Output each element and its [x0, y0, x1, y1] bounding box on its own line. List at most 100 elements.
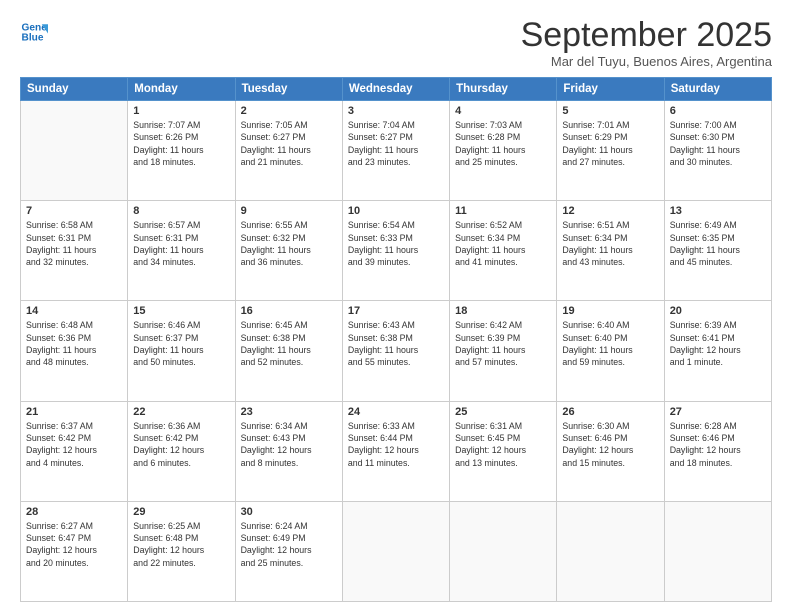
day-number: 27 [670, 406, 766, 418]
day-info: Sunrise: 6:57 AMSunset: 6:31 PMDaylight:… [133, 219, 229, 268]
day-info: Sunrise: 7:01 AMSunset: 6:29 PMDaylight:… [562, 119, 658, 168]
day-number: 4 [455, 105, 551, 117]
day-info: Sunrise: 6:48 AMSunset: 6:36 PMDaylight:… [26, 319, 122, 368]
header-tuesday: Tuesday [235, 78, 342, 101]
day-info: Sunrise: 6:34 AMSunset: 6:43 PMDaylight:… [241, 420, 337, 469]
day-number: 17 [348, 305, 444, 317]
location: Mar del Tuyu, Buenos Aires, Argentina [521, 54, 772, 69]
header-monday: Monday [128, 78, 235, 101]
day-number: 28 [26, 506, 122, 518]
table-row: 12 Sunrise: 6:51 AMSunset: 6:34 PMDayligh… [557, 201, 664, 301]
day-number: 13 [670, 205, 766, 217]
table-row [21, 101, 128, 201]
svg-text:Blue: Blue [22, 33, 44, 44]
table-row: 1 Sunrise: 7:07 AMSunset: 6:26 PMDaylight… [128, 101, 235, 201]
day-info: Sunrise: 6:37 AMSunset: 6:42 PMDaylight:… [26, 420, 122, 469]
logo-icon: General Blue [20, 18, 48, 46]
day-info: Sunrise: 6:40 AMSunset: 6:40 PMDaylight:… [562, 319, 658, 368]
day-info: Sunrise: 7:05 AMSunset: 6:27 PMDaylight:… [241, 119, 337, 168]
table-row: 19 Sunrise: 6:40 AMSunset: 6:40 PMDayligh… [557, 301, 664, 401]
day-number: 30 [241, 506, 337, 518]
day-info: Sunrise: 6:54 AMSunset: 6:33 PMDaylight:… [348, 219, 444, 268]
header-sunday: Sunday [21, 78, 128, 101]
table-row: 11Sunrise: 6:52 AMSunset: 6:34 PMDayligh… [450, 201, 557, 301]
day-number: 8 [133, 205, 229, 217]
header-thursday: Thursday [450, 78, 557, 101]
day-info: Sunrise: 6:52 AMSunset: 6:34 PMDaylight:… [455, 219, 551, 268]
day-info: Sunrise: 7:07 AMSunset: 6:26 PMDaylight:… [133, 119, 229, 168]
calendar-week-row: 1 Sunrise: 7:07 AMSunset: 6:26 PMDaylight… [21, 101, 772, 201]
table-row: 17 Sunrise: 6:43 AMSunset: 6:38 PMDayligh… [342, 301, 449, 401]
day-number: 10 [348, 205, 444, 217]
day-number: 14 [26, 305, 122, 317]
table-row [450, 501, 557, 601]
table-row: 28Sunrise: 6:27 AMSunset: 6:47 PMDayligh… [21, 501, 128, 601]
table-row: 27 Sunrise: 6:28 AMSunset: 6:46 PMDayligh… [664, 401, 771, 501]
table-row: 20 Sunrise: 6:39 AMSunset: 6:41 PMDayligh… [664, 301, 771, 401]
table-row: 14 Sunrise: 6:48 AMSunset: 6:36 PMDayligh… [21, 301, 128, 401]
month-title: September 2025 [521, 18, 772, 52]
table-row [557, 501, 664, 601]
day-number: 16 [241, 305, 337, 317]
table-row: 21 Sunrise: 6:37 AMSunset: 6:42 PMDayligh… [21, 401, 128, 501]
table-row: 7 Sunrise: 6:58 AMSunset: 6:31 PMDaylight… [21, 201, 128, 301]
table-row: 10 Sunrise: 6:54 AMSunset: 6:33 PMDayligh… [342, 201, 449, 301]
day-number: 19 [562, 305, 658, 317]
day-number: 5 [562, 105, 658, 117]
day-number: 12 [562, 205, 658, 217]
table-row: 6 Sunrise: 7:00 AMSunset: 6:30 PMDaylight… [664, 101, 771, 201]
day-number: 23 [241, 406, 337, 418]
header-wednesday: Wednesday [342, 78, 449, 101]
table-row: 5 Sunrise: 7:01 AMSunset: 6:29 PMDaylight… [557, 101, 664, 201]
day-number: 3 [348, 105, 444, 117]
table-row: 8 Sunrise: 6:57 AMSunset: 6:31 PMDaylight… [128, 201, 235, 301]
day-number: 18 [455, 305, 551, 317]
day-info: Sunrise: 6:39 AMSunset: 6:41 PMDaylight:… [670, 319, 766, 368]
table-row [664, 501, 771, 601]
day-info: Sunrise: 6:36 AMSunset: 6:42 PMDaylight:… [133, 420, 229, 469]
header-friday: Friday [557, 78, 664, 101]
day-number: 26 [562, 406, 658, 418]
table-row: 9 Sunrise: 6:55 AMSunset: 6:32 PMDaylight… [235, 201, 342, 301]
day-number: 21 [26, 406, 122, 418]
table-row: 29Sunrise: 6:25 AMSunset: 6:48 PMDayligh… [128, 501, 235, 601]
day-number: 2 [241, 105, 337, 117]
day-number: 22 [133, 406, 229, 418]
day-info: Sunrise: 6:28 AMSunset: 6:46 PMDaylight:… [670, 420, 766, 469]
day-info: Sunrise: 6:46 AMSunset: 6:37 PMDaylight:… [133, 319, 229, 368]
day-info: Sunrise: 7:04 AMSunset: 6:27 PMDaylight:… [348, 119, 444, 168]
table-row: 25Sunrise: 6:31 AMSunset: 6:45 PMDayligh… [450, 401, 557, 501]
day-number: 6 [670, 105, 766, 117]
table-row: 24 Sunrise: 6:33 AMSunset: 6:44 PMDayligh… [342, 401, 449, 501]
day-info: Sunrise: 6:25 AMSunset: 6:48 PMDaylight:… [133, 520, 229, 569]
day-number: 24 [348, 406, 444, 418]
calendar-week-row: 7 Sunrise: 6:58 AMSunset: 6:31 PMDaylight… [21, 201, 772, 301]
day-info: Sunrise: 6:43 AMSunset: 6:38 PMDaylight:… [348, 319, 444, 368]
day-number: 7 [26, 205, 122, 217]
day-info: Sunrise: 6:33 AMSunset: 6:44 PMDaylight:… [348, 420, 444, 469]
calendar-week-row: 21 Sunrise: 6:37 AMSunset: 6:42 PMDayligh… [21, 401, 772, 501]
table-row: 22 Sunrise: 6:36 AMSunset: 6:42 PMDayligh… [128, 401, 235, 501]
day-number: 15 [133, 305, 229, 317]
table-row: 2 Sunrise: 7:05 AMSunset: 6:27 PMDaylight… [235, 101, 342, 201]
table-row: 15 Sunrise: 6:46 AMSunset: 6:37 PMDayligh… [128, 301, 235, 401]
calendar-week-row: 14 Sunrise: 6:48 AMSunset: 6:36 PMDayligh… [21, 301, 772, 401]
day-info: Sunrise: 6:55 AMSunset: 6:32 PMDaylight:… [241, 219, 337, 268]
day-number: 1 [133, 105, 229, 117]
table-row [342, 501, 449, 601]
top-section: General Blue September 2025 Mar del Tuyu… [20, 18, 772, 69]
day-info: Sunrise: 7:00 AMSunset: 6:30 PMDaylight:… [670, 119, 766, 168]
day-info: Sunrise: 6:51 AMSunset: 6:34 PMDaylight:… [562, 219, 658, 268]
day-number: 9 [241, 205, 337, 217]
day-info: Sunrise: 6:58 AMSunset: 6:31 PMDaylight:… [26, 219, 122, 268]
table-row: 3 Sunrise: 7:04 AMSunset: 6:27 PMDaylight… [342, 101, 449, 201]
table-row: 26 Sunrise: 6:30 AMSunset: 6:46 PMDayligh… [557, 401, 664, 501]
header-right: September 2025 Mar del Tuyu, Buenos Aire… [521, 18, 772, 69]
table-row: 23 Sunrise: 6:34 AMSunset: 6:43 PMDayligh… [235, 401, 342, 501]
day-info: Sunrise: 6:30 AMSunset: 6:46 PMDaylight:… [562, 420, 658, 469]
day-info: Sunrise: 6:49 AMSunset: 6:35 PMDaylight:… [670, 219, 766, 268]
calendar-week-row: 28Sunrise: 6:27 AMSunset: 6:47 PMDayligh… [21, 501, 772, 601]
page: General Blue September 2025 Mar del Tuyu… [0, 0, 792, 612]
day-number: 20 [670, 305, 766, 317]
weekday-header-row: Sunday Monday Tuesday Wednesday Thursday… [21, 78, 772, 101]
